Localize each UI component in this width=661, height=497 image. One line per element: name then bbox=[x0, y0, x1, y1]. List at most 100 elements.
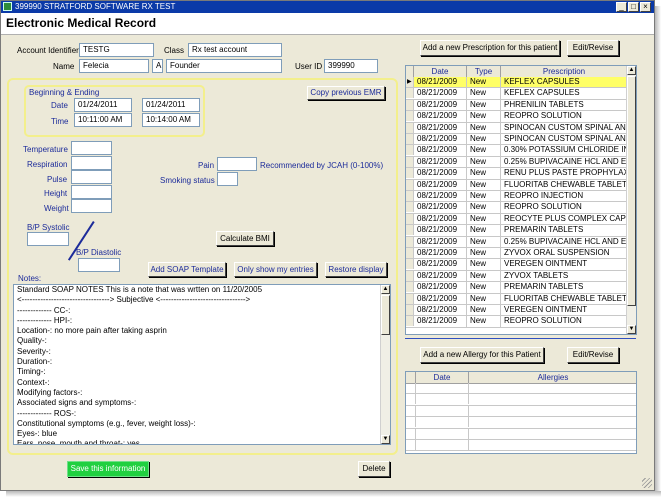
row-selector[interactable] bbox=[406, 293, 414, 304]
row-selector[interactable] bbox=[406, 282, 414, 293]
scroll-up-icon[interactable]: ▲ bbox=[381, 285, 390, 294]
table-row[interactable] bbox=[406, 428, 636, 440]
bp-diastolic-field[interactable] bbox=[78, 258, 120, 272]
scroll-down-icon[interactable]: ▼ bbox=[381, 435, 390, 444]
notes-scroll-thumb[interactable] bbox=[381, 295, 390, 335]
row-selector[interactable] bbox=[406, 225, 414, 236]
first-name-field[interactable]: Felecia bbox=[79, 59, 149, 73]
allergy-edit-button[interactable]: Edit/Revise bbox=[567, 347, 619, 363]
table-row[interactable]: 08/21/2009 New FLUORITAB CHEWABLE TABLETS bbox=[406, 293, 628, 305]
begin-date-field[interactable]: 01/24/2011 bbox=[74, 98, 132, 112]
table-row[interactable]: 08/21/2009 New SPINOCAN CUSTOM SPINAL ANES bbox=[406, 122, 628, 134]
column-prescription[interactable]: Prescription bbox=[501, 66, 628, 77]
save-information-button[interactable]: Save this information bbox=[67, 461, 149, 477]
table-row[interactable]: 08/21/2009 New PREMARIN TABLETS bbox=[406, 225, 628, 237]
smoking-status-field[interactable] bbox=[217, 172, 238, 186]
row-selector[interactable] bbox=[406, 122, 414, 133]
table-row[interactable]: 08/21/2009 New PHRENILIN TABLETS bbox=[406, 99, 628, 112]
table-row[interactable]: ▶ 08/21/2009 New KEFLEX CAPSULES bbox=[406, 77, 628, 89]
last-name-field[interactable]: Founder bbox=[166, 59, 282, 73]
scroll-down-icon[interactable]: ▼ bbox=[627, 325, 636, 334]
table-row[interactable]: 08/21/2009 New 0.25% BUPIVACAINE HCL AND E… bbox=[406, 236, 628, 248]
temperature-field[interactable] bbox=[71, 141, 112, 155]
add-prescription-button[interactable]: Add a new Prescription for this patient bbox=[420, 40, 560, 56]
column-allergies[interactable]: Allergies bbox=[469, 372, 636, 383]
row-selector[interactable] bbox=[406, 88, 414, 99]
table-row[interactable]: 08/21/2009 New REOPRO INJECTION bbox=[406, 191, 628, 203]
minimize-icon[interactable]: _ bbox=[616, 2, 627, 12]
row-selector[interactable] bbox=[406, 248, 414, 258]
prescription-scrollbar[interactable]: ▲ ▼ bbox=[626, 66, 636, 334]
notes-scrollbar[interactable]: ▲ ▼ bbox=[380, 285, 390, 444]
middle-initial-field[interactable]: A bbox=[152, 59, 163, 73]
row-selector[interactable] bbox=[406, 168, 414, 179]
row-selector[interactable] bbox=[406, 111, 414, 122]
prescription-scroll-thumb[interactable] bbox=[627, 76, 636, 306]
close-icon[interactable]: × bbox=[640, 2, 651, 12]
class-field[interactable]: Rx test account bbox=[188, 43, 282, 57]
title-bar[interactable]: 399990 STRATFORD SOFTWARE RX TEST _ □ × bbox=[1, 1, 654, 13]
end-date-field[interactable]: 01/24/2011 bbox=[142, 98, 200, 112]
column-date[interactable]: Date bbox=[414, 66, 467, 77]
table-row[interactable] bbox=[406, 440, 636, 452]
table-row[interactable]: 08/21/2009 New RENU PLUS PASTE PROPHYLAXID bbox=[406, 168, 628, 180]
table-row[interactable]: 08/21/2009 New PREMARIN TABLETS bbox=[406, 282, 628, 294]
row-selector[interactable] bbox=[406, 134, 414, 144]
row-selector[interactable] bbox=[406, 236, 414, 247]
height-field[interactable] bbox=[71, 185, 112, 199]
table-row[interactable]: 08/21/2009 New 0.30% POTASSIUM CHLORIDE IN… bbox=[406, 145, 628, 157]
table-row[interactable]: 08/21/2009 New KEFLEX CAPSULES bbox=[406, 88, 628, 100]
allergy-grid[interactable]: Date Allergies bbox=[405, 371, 637, 454]
prescription-edit-button[interactable]: Edit/Revise bbox=[567, 40, 619, 56]
add-soap-template-button[interactable]: Add SOAP Template bbox=[148, 262, 226, 277]
user-id-field[interactable]: 399990 bbox=[324, 59, 378, 73]
table-row[interactable]: 08/21/2009 New REOPRO SOLUTION bbox=[406, 316, 628, 328]
pulse-field[interactable] bbox=[71, 170, 112, 184]
begin-time-field[interactable]: 10:11:00 AM bbox=[74, 113, 132, 127]
row-selector[interactable] bbox=[406, 145, 414, 156]
table-row[interactable]: 08/21/2009 New FLUORITAB CHEWABLE TABLETS bbox=[406, 179, 628, 191]
prescription-grid[interactable]: Date Type Prescription ▶ 08/21/2009 New KEF… bbox=[405, 65, 637, 335]
row-selector[interactable] bbox=[406, 179, 414, 190]
restore-display-button[interactable]: Restore display bbox=[325, 262, 387, 277]
table-row[interactable]: 08/21/2009 New VEREGEN OINTMENT bbox=[406, 259, 628, 271]
row-selector[interactable] bbox=[406, 213, 414, 224]
weight-field[interactable] bbox=[71, 199, 112, 213]
row-selector[interactable] bbox=[406, 270, 414, 281]
table-row[interactable] bbox=[406, 394, 636, 406]
respiration-field[interactable] bbox=[71, 156, 112, 170]
table-row[interactable] bbox=[406, 405, 636, 418]
row-selector[interactable] bbox=[406, 305, 414, 315]
scroll-up-icon[interactable]: ▲ bbox=[627, 66, 636, 75]
table-row[interactable]: 08/21/2009 New 0.25% BUPIVACAINE HCL AND E… bbox=[406, 156, 628, 169]
table-row[interactable]: 08/21/2009 New ZYVOX TABLETS bbox=[406, 270, 628, 283]
column-allergy-date[interactable]: Date bbox=[416, 372, 469, 383]
table-row[interactable]: 08/21/2009 New VEREGEN OINTMENT bbox=[406, 305, 628, 317]
table-row[interactable]: 08/21/2009 New REOPRO SOLUTION bbox=[406, 111, 628, 123]
copy-previous-emr-button[interactable]: Copy previous EMR bbox=[307, 86, 385, 100]
column-type[interactable]: Type bbox=[467, 66, 501, 77]
row-selector[interactable] bbox=[406, 156, 414, 167]
row-selector[interactable] bbox=[406, 191, 414, 201]
table-row[interactable]: 08/21/2009 New SPINOCAN CUSTOM SPINAL ANES bbox=[406, 134, 628, 146]
row-selector[interactable] bbox=[406, 99, 414, 110]
table-row[interactable]: 08/21/2009 New REOPRO SOLUTION bbox=[406, 202, 628, 214]
add-allergy-button[interactable]: Add a new Allergy for this Patient bbox=[420, 347, 544, 363]
bp-systolic-field[interactable] bbox=[27, 232, 69, 246]
end-time-field[interactable]: 10:14:00 AM bbox=[142, 113, 200, 127]
row-selector[interactable] bbox=[406, 259, 414, 270]
row-selector[interactable] bbox=[406, 316, 414, 327]
table-row[interactable] bbox=[406, 383, 636, 395]
delete-button[interactable]: Delete bbox=[358, 461, 390, 477]
row-pointer-icon[interactable]: ▶ bbox=[406, 77, 414, 87]
row-selector[interactable] bbox=[406, 202, 414, 213]
maximize-icon[interactable]: □ bbox=[628, 2, 639, 12]
calculate-bmi-button[interactable]: Calculate BMI bbox=[216, 231, 274, 246]
pain-field[interactable] bbox=[217, 157, 257, 171]
only-show-my-entries-button[interactable]: Only show my entries bbox=[234, 262, 317, 277]
resize-grip-icon[interactable] bbox=[642, 478, 652, 488]
account-identifier-field[interactable]: TESTG bbox=[79, 43, 154, 57]
table-row[interactable]: 08/21/2009 New REOCYTE PLUS COMPLEX CAPSU bbox=[406, 213, 628, 226]
notes-textarea[interactable]: Standard SOAP NOTES This is a note that … bbox=[13, 284, 391, 445]
table-row[interactable]: 08/21/2009 New ZYVOX ORAL SUSPENSION bbox=[406, 248, 628, 260]
